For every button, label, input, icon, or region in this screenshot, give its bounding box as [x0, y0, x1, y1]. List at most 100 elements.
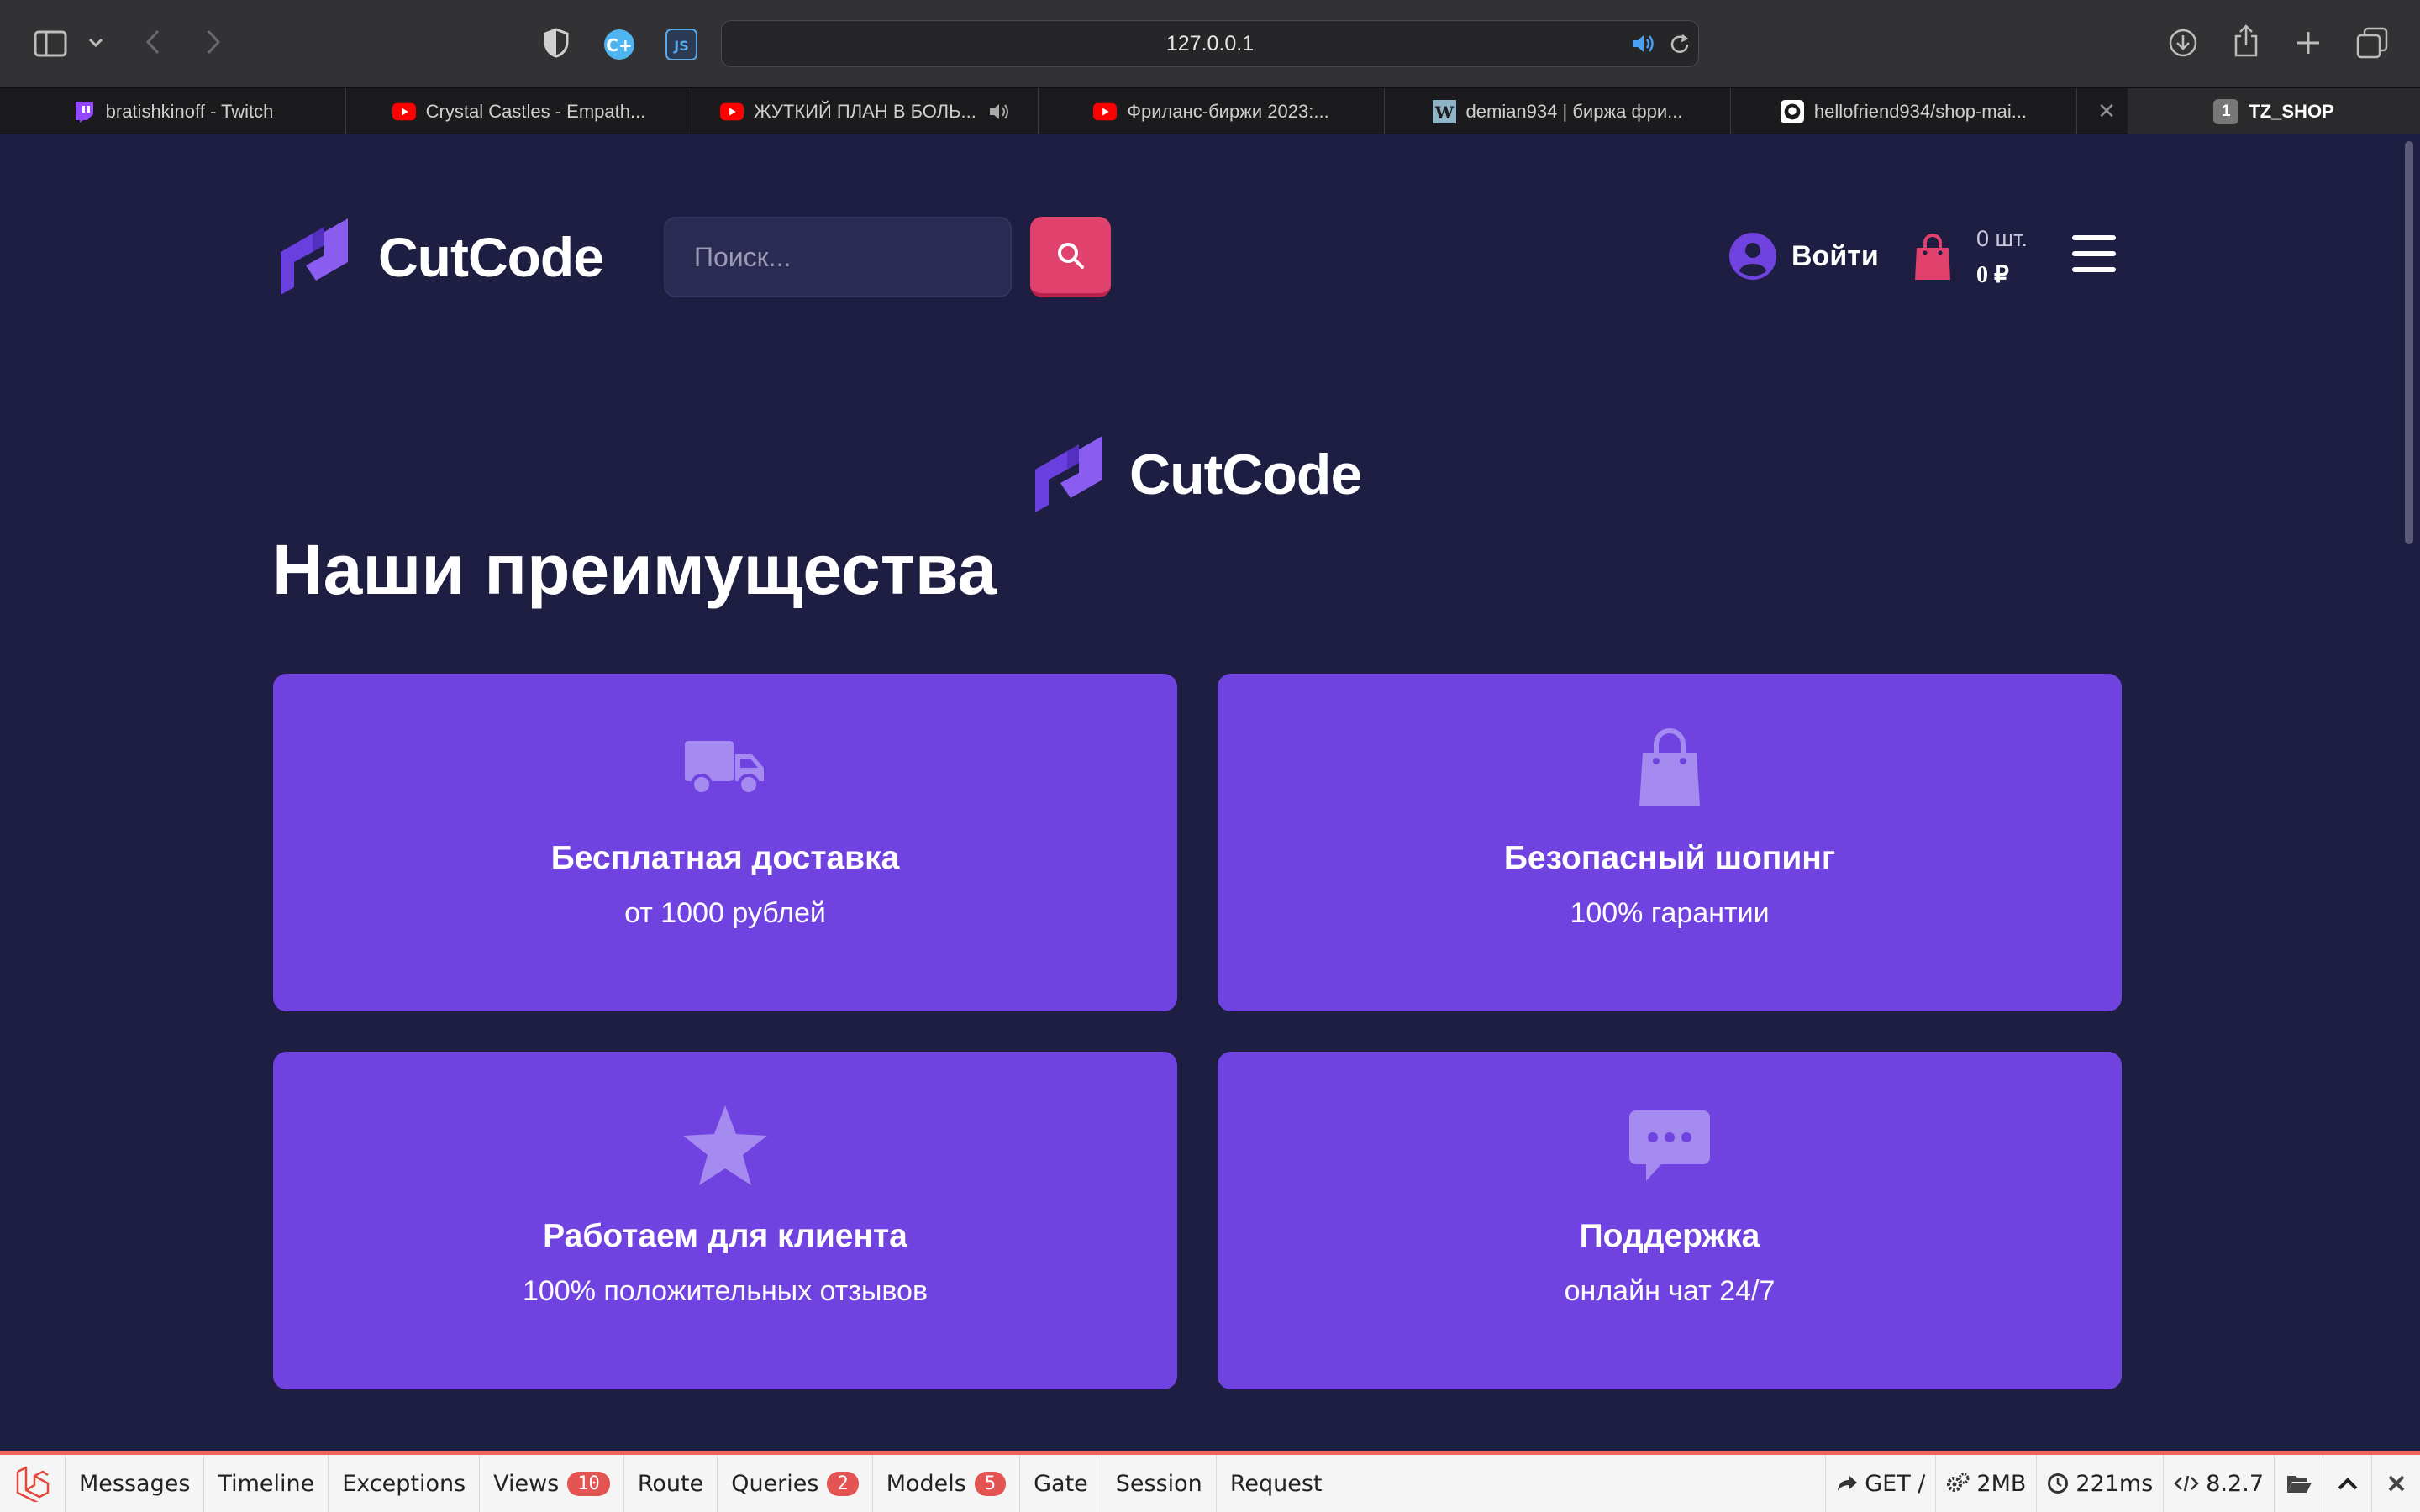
- share-arrow-icon: [1838, 1476, 1858, 1491]
- tab-youtube-freelance[interactable]: Фриланс-биржи 2023:...: [1039, 88, 1385, 134]
- tab-twitch[interactable]: bratishkinoff - Twitch: [0, 88, 346, 134]
- card-title: Поддержка: [1579, 1218, 1760, 1254]
- card-subtitle: от 1000 рублей: [624, 897, 826, 929]
- debugbar-tab-route[interactable]: Route: [624, 1455, 718, 1512]
- debugbar-tab-gate[interactable]: Gate: [1020, 1455, 1102, 1512]
- tab-tz-shop[interactable]: 1 TZ_SHOP: [2128, 88, 2420, 134]
- laravel-logo-icon[interactable]: [0, 1455, 66, 1512]
- speaker-icon[interactable]: [1629, 31, 1656, 56]
- tab-youtube-plan[interactable]: ЖУТКИЙ ПЛАН В БОЛЬ...: [692, 88, 1039, 134]
- logo-text: CutCode: [378, 226, 604, 288]
- header-logo[interactable]: CutCode: [272, 217, 604, 297]
- request-method-text: GET /: [1865, 1470, 1926, 1497]
- php-version-text: 8.2.7: [2206, 1470, 2264, 1497]
- debugbar-tab-timeline[interactable]: Timeline: [204, 1455, 329, 1512]
- menu-line: [2072, 235, 2116, 240]
- card-subtitle: онлайн чат 24/7: [1564, 1275, 1776, 1307]
- extension-c-plus-icon[interactable]: C+: [602, 27, 637, 62]
- cart-count: 0 шт.: [1976, 226, 2028, 251]
- menu-hamburger-icon[interactable]: [2072, 235, 2116, 272]
- search-input[interactable]: [664, 217, 1012, 297]
- new-tab-icon[interactable]: [2292, 27, 2324, 59]
- tab-label: demian934 | биржа фри...: [1465, 100, 1683, 122]
- debugbar-tab-label: Messages: [79, 1470, 191, 1497]
- code-icon: [2174, 1475, 2200, 1492]
- close-icon[interactable]: [2371, 1455, 2420, 1512]
- youtube-icon: [1093, 100, 1118, 123]
- forward-icon[interactable]: [198, 25, 229, 59]
- menu-line: [2072, 267, 2116, 272]
- privacy-shield-icon[interactable]: [541, 25, 571, 60]
- debugbar-tab-label: Views: [493, 1470, 560, 1497]
- debugbar-tab-messages[interactable]: Messages: [66, 1455, 205, 1512]
- share-icon[interactable]: [2230, 22, 2262, 60]
- user-avatar-icon: [1729, 233, 1776, 280]
- tab-audio-icon[interactable]: [988, 102, 1010, 121]
- login-label: Войти: [1791, 239, 1879, 272]
- url-text[interactable]: 127.0.0.1: [722, 21, 1698, 66]
- feature-card-customer: Работаем для клиента 100% положительных …: [273, 1052, 1177, 1389]
- card-subtitle: 100% положительных отзывов: [522, 1275, 929, 1307]
- tab-youtube-crystal-castles[interactable]: Crystal Castles - Empath...: [346, 88, 692, 134]
- tab-overview-icon[interactable]: [2354, 25, 2390, 60]
- debugbar-tab-label: Timeline: [218, 1470, 315, 1497]
- tab-github[interactable]: hellofriend934/shop-mai...: [1731, 88, 2077, 134]
- debugbar-tab-label: Models: [886, 1470, 966, 1497]
- svg-text:C+: C+: [606, 35, 632, 55]
- card-subtitle: 100% гарантии: [1570, 897, 1770, 929]
- cogs-icon: [1947, 1473, 1970, 1492]
- debugbar-tab-views[interactable]: Views 10: [480, 1455, 624, 1512]
- folder-open-icon[interactable]: [2274, 1455, 2323, 1512]
- chat-icon: [1628, 1104, 1712, 1188]
- debugbar-tab-session[interactable]: Session: [1102, 1455, 1217, 1512]
- card-title: Работаем для клиента: [543, 1218, 908, 1254]
- debugbar-tab-label: Route: [637, 1470, 704, 1497]
- chevron-down-icon[interactable]: [84, 30, 108, 55]
- time-text: 221ms: [2075, 1470, 2154, 1497]
- tab-label: TZ_SHOP: [2249, 100, 2334, 122]
- twitch-icon: [72, 100, 96, 123]
- download-icon[interactable]: [2166, 25, 2200, 60]
- queries-count-badge: 2: [827, 1471, 859, 1496]
- page-scrollbar[interactable]: [2405, 141, 2413, 544]
- debugbar-tab-label: Queries: [731, 1470, 819, 1497]
- debugbar-request-method[interactable]: GET /: [1825, 1455, 1935, 1512]
- tab-number-badge: 1: [2213, 98, 2239, 124]
- cutcode-logo-icon: [1027, 433, 1111, 516]
- tab-strip: bratishkinoff - Twitch Crystal Castles -…: [0, 87, 2420, 134]
- back-icon[interactable]: [138, 25, 168, 59]
- tab-weblancer[interactable]: W demian934 | биржа фри...: [1385, 88, 1731, 134]
- chevron-up-icon[interactable]: [2323, 1455, 2371, 1512]
- debugbar-php-version: 8.2.7: [2163, 1455, 2274, 1512]
- feature-card-delivery: Бесплатная доставка от 1000 рублей: [273, 674, 1177, 1011]
- sidebar-toggle-icon[interactable]: [32, 27, 69, 60]
- svg-text:W: W: [1434, 102, 1454, 123]
- browser-toolbar: C+ JS 127.0.0.1: [0, 0, 2420, 87]
- login-link[interactable]: Войти: [1729, 227, 1879, 286]
- reload-icon[interactable]: [1666, 31, 1693, 58]
- youtube-icon: [392, 100, 416, 123]
- search-button[interactable]: [1030, 217, 1111, 297]
- memory-text: 2MB: [1976, 1470, 2027, 1497]
- debugbar-tab-request[interactable]: Request: [1217, 1455, 1336, 1512]
- page-title: Наши преимущества: [272, 530, 997, 609]
- debugbar-tab-queries[interactable]: Queries 2: [718, 1455, 873, 1512]
- card-title: Бесплатная доставка: [550, 840, 900, 876]
- cart-link[interactable]: 0 шт. 0 ₽: [1914, 220, 2028, 294]
- close-icon[interactable]: ✕: [2086, 88, 2128, 134]
- cutcode-logo-icon: [272, 217, 356, 297]
- debugbar-meta: GET / 2MB 221ms 8.2.7: [1825, 1455, 2420, 1512]
- debugbar-time: 221ms: [2036, 1455, 2163, 1512]
- debugbar-tab-label: Gate: [1034, 1470, 1088, 1497]
- extension-js-icon[interactable]: JS: [664, 27, 699, 62]
- debugbar-tab-models[interactable]: Models 5: [873, 1455, 1021, 1512]
- center-logo: CutCode: [1027, 433, 1362, 516]
- feature-card-support: Поддержка онлайн чат 24/7: [1218, 1052, 2122, 1389]
- github-icon: [1780, 99, 1804, 123]
- address-bar[interactable]: 127.0.0.1: [721, 20, 1699, 67]
- debugbar-tab-exceptions[interactable]: Exceptions: [329, 1455, 481, 1512]
- cart-info: 0 шт. 0 ₽: [1976, 220, 2028, 294]
- shopping-bag-icon: [1638, 726, 1702, 810]
- logo-text: CutCode: [1129, 443, 1362, 507]
- cart-bag-icon: [1914, 233, 1951, 281]
